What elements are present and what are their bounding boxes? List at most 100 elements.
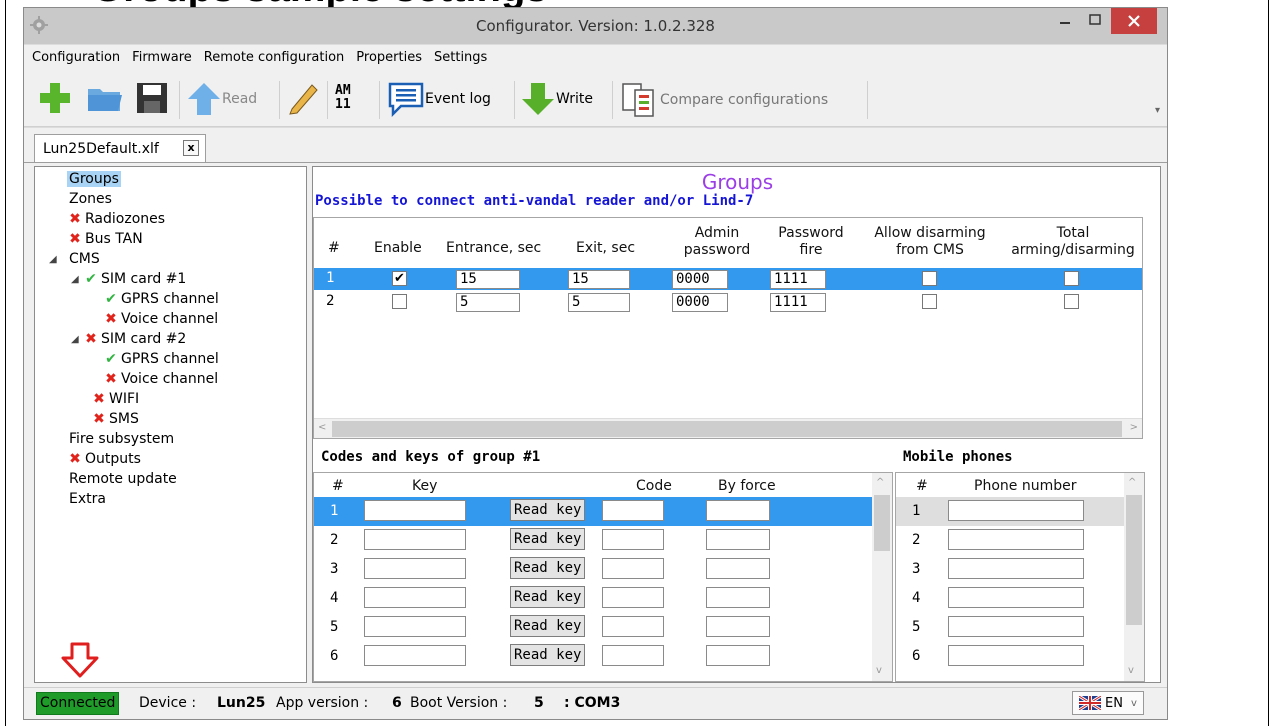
menu-remote-configuration[interactable]: Remote configuration: [204, 50, 345, 65]
scrollbar-thumb[interactable]: [332, 421, 1122, 437]
tab-close-button[interactable]: x: [183, 140, 199, 156]
tree-item-gprs-channel-2[interactable]: ✔ GPRS channel: [103, 349, 221, 369]
table-row[interactable]: 2: [896, 526, 1126, 555]
phone-number-input[interactable]: [948, 587, 1084, 608]
scroll-down-icon[interactable]: v: [876, 665, 882, 676]
menu-firmware[interactable]: Firmware: [132, 50, 192, 65]
event-log-button[interactable]: Event log: [387, 81, 491, 117]
exit-input[interactable]: 5: [568, 293, 630, 312]
tree-item-gprs-channel-1[interactable]: ✔ GPRS channel: [103, 289, 221, 309]
table-row[interactable]: 3 Read key: [314, 555, 874, 584]
collapse-arrow-icon[interactable]: ◢: [71, 274, 79, 285]
entrance-input[interactable]: 5: [456, 293, 520, 312]
allow-disarming-checkbox[interactable]: [922, 294, 937, 309]
read-key-button[interactable]: Read key: [510, 644, 586, 666]
scrollbar-thumb[interactable]: [874, 495, 890, 551]
key-input[interactable]: [364, 645, 466, 666]
collapse-arrow-icon[interactable]: ◢: [49, 254, 57, 265]
table-row[interactable]: 2 Read key: [314, 526, 874, 555]
exit-input[interactable]: 15: [568, 270, 630, 289]
tree-item-remote-update[interactable]: Remote update: [67, 469, 179, 489]
tree-item-extra[interactable]: Extra: [67, 489, 108, 509]
code-input[interactable]: [602, 587, 664, 608]
admin-password-input[interactable]: 0000: [672, 293, 728, 312]
vertical-scrollbar[interactable]: ^ v: [872, 473, 892, 681]
table-row[interactable]: 4 Read key: [314, 584, 874, 613]
read-key-button[interactable]: Read key: [510, 586, 586, 608]
tree-item-cms[interactable]: CMS: [67, 249, 102, 269]
table-row[interactable]: 1 ✔ 15 15 0000 1111: [314, 268, 1142, 290]
key-input[interactable]: [364, 529, 466, 550]
write-button[interactable]: Write: [520, 81, 593, 117]
compare-button[interactable]: Compare configurations: [620, 81, 828, 119]
read-key-button[interactable]: Read key: [510, 528, 586, 550]
save-button[interactable]: [135, 81, 169, 115]
scroll-up-icon[interactable]: ^: [1128, 477, 1136, 488]
horizontal-scrollbar[interactable]: < >: [314, 418, 1142, 438]
vertical-scrollbar[interactable]: ^ v: [1124, 473, 1144, 681]
table-row[interactable]: 5 Read key: [314, 613, 874, 642]
key-input[interactable]: [364, 558, 466, 579]
phone-number-input[interactable]: [948, 529, 1084, 550]
collapse-arrow-icon[interactable]: ◢: [71, 334, 79, 345]
admin-password-input[interactable]: 0000: [672, 270, 728, 289]
code-input[interactable]: [602, 645, 664, 666]
open-button[interactable]: [86, 81, 124, 115]
by-force-input[interactable]: [706, 529, 770, 550]
total-arming-checkbox[interactable]: [1064, 294, 1079, 309]
total-arming-checkbox[interactable]: [1064, 271, 1079, 286]
password-fire-input[interactable]: 1111: [770, 270, 826, 289]
by-force-input[interactable]: [706, 500, 770, 521]
password-fire-input[interactable]: 1111: [770, 293, 826, 312]
tree-item-sim-card-1[interactable]: ✔ SIM card #1: [83, 269, 188, 289]
table-row[interactable]: 1 Read key: [314, 497, 874, 526]
table-row[interactable]: 4: [896, 584, 1126, 613]
enable-checkbox[interactable]: ✔: [392, 271, 407, 286]
read-key-button[interactable]: Read key: [510, 615, 586, 637]
scroll-left-icon[interactable]: <: [318, 422, 326, 433]
edit-button[interactable]: [286, 81, 320, 115]
toolbar-overflow-icon[interactable]: ▾: [1155, 105, 1160, 116]
by-force-input[interactable]: [706, 558, 770, 579]
code-input[interactable]: [602, 500, 664, 521]
tree-item-wifi[interactable]: ✖ WIFI: [91, 389, 141, 409]
scrollbar-thumb[interactable]: [1126, 495, 1142, 625]
scroll-down-icon[interactable]: v: [1128, 665, 1134, 676]
by-force-input[interactable]: [706, 616, 770, 637]
phone-number-input[interactable]: [948, 500, 1084, 521]
enable-checkbox[interactable]: [392, 294, 407, 309]
code-input[interactable]: [602, 529, 664, 550]
menu-configuration[interactable]: Configuration: [32, 50, 120, 65]
table-row[interactable]: 3: [896, 555, 1126, 584]
menu-properties[interactable]: Properties: [356, 50, 422, 65]
tree-item-bus-tan[interactable]: ✖ Bus TAN: [67, 229, 145, 249]
minimize-button[interactable]: [1051, 8, 1079, 34]
by-force-input[interactable]: [706, 645, 770, 666]
key-input[interactable]: [364, 587, 466, 608]
table-row[interactable]: 2 5 5 0000 1111: [314, 291, 1142, 313]
table-row[interactable]: 5: [896, 613, 1126, 642]
tree-item-fire-subsystem[interactable]: Fire subsystem: [67, 429, 176, 449]
by-force-input[interactable]: [706, 587, 770, 608]
table-row[interactable]: 6 Read key: [314, 642, 874, 671]
read-key-button[interactable]: Read key: [510, 499, 586, 521]
key-input[interactable]: [364, 616, 466, 637]
menu-settings[interactable]: Settings: [434, 50, 487, 65]
tree-item-sim-card-2[interactable]: ✖ SIM card #2: [83, 329, 188, 349]
tree-item-voice-channel-1[interactable]: ✖ Voice channel: [103, 309, 220, 329]
maximize-button[interactable]: [1081, 8, 1109, 34]
scroll-up-icon[interactable]: ^: [876, 477, 884, 488]
tab-lun25default[interactable]: Lun25Default.xlf x: [34, 134, 206, 162]
tree-item-radiozones[interactable]: ✖ Radiozones: [67, 209, 167, 229]
phone-number-input[interactable]: [948, 616, 1084, 637]
tree-item-zones[interactable]: Zones: [67, 189, 114, 209]
tree-item-sms[interactable]: ✖ SMS: [91, 409, 141, 429]
code-input[interactable]: [602, 558, 664, 579]
read-key-button[interactable]: Read key: [510, 557, 586, 579]
read-button[interactable]: Read: [186, 81, 257, 117]
allow-disarming-checkbox[interactable]: [922, 271, 937, 286]
phone-number-input[interactable]: [948, 558, 1084, 579]
tree-item-groups[interactable]: Groups: [67, 169, 121, 189]
am-button[interactable]: AM 11: [335, 84, 351, 112]
add-button[interactable]: [38, 81, 72, 115]
